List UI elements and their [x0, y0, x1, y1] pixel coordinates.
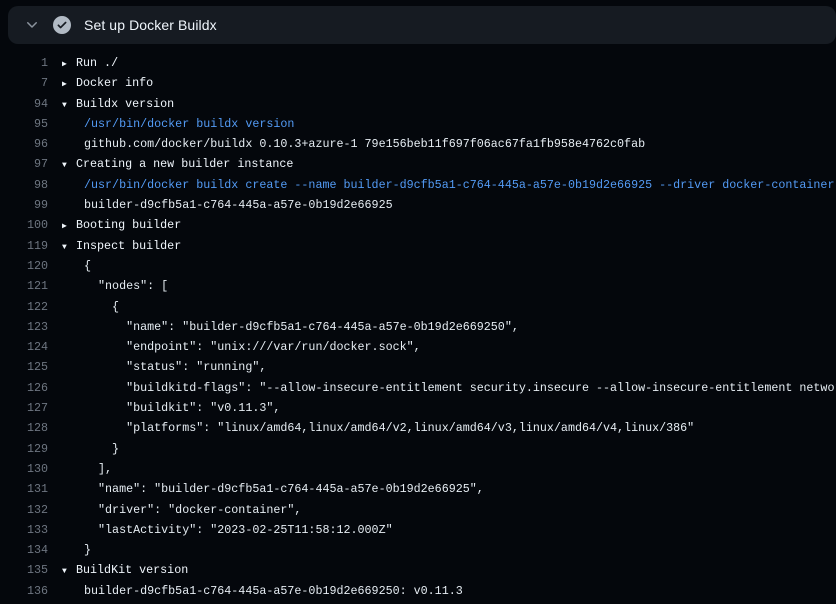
log-line: 124 "endpoint": "unix:///var/run/docker.…	[0, 337, 836, 357]
log-line: 95/usr/bin/docker buildx version	[0, 114, 836, 134]
step-title: Set up Docker Buildx	[84, 17, 217, 33]
output-text: "buildkit": "v0.11.3",	[84, 398, 280, 418]
line-number[interactable]: 94	[0, 94, 48, 114]
output-text: "endpoint": "unix:///var/run/docker.sock…	[84, 337, 421, 357]
line-number[interactable]: 99	[0, 195, 48, 215]
line-number[interactable]: 133	[0, 520, 48, 540]
line-number[interactable]: 127	[0, 398, 48, 418]
log-line: 128 "platforms": "linux/amd64,linux/amd6…	[0, 418, 836, 438]
output-text: {	[84, 297, 119, 317]
output-text: ],	[84, 459, 112, 479]
line-number[interactable]: 100	[0, 215, 48, 235]
line-number[interactable]: 128	[0, 418, 48, 438]
output-text: "nodes": [	[84, 276, 168, 296]
triangle-right-icon[interactable]: ▶	[62, 55, 74, 73]
line-number[interactable]: 130	[0, 459, 48, 479]
output-text: "name": "builder-d9cfb5a1-c764-445a-a57e…	[84, 317, 519, 337]
log-line: 126 "buildkitd-flags": "--allow-insecure…	[0, 378, 836, 398]
line-number[interactable]: 135	[0, 560, 48, 580]
line-number[interactable]: 95	[0, 114, 48, 134]
log-line: 135 ▼BuildKit version	[0, 560, 836, 580]
log-line: 7 ▶Docker info	[0, 73, 836, 93]
triangle-right-icon[interactable]: ▶	[62, 217, 74, 235]
output-text: {	[84, 256, 91, 276]
line-number[interactable]: 120	[0, 256, 48, 276]
check-circle-icon	[53, 16, 71, 34]
log-line: 131 "name": "builder-d9cfb5a1-c764-445a-…	[0, 479, 836, 499]
line-number[interactable]: 97	[0, 154, 48, 174]
log-line: 133 "lastActivity": "2023-02-25T11:58:12…	[0, 520, 836, 540]
group-title[interactable]: Run ./	[76, 53, 118, 73]
log-line: 98/usr/bin/docker buildx create --name b…	[0, 175, 836, 195]
line-number[interactable]: 98	[0, 175, 48, 195]
line-number[interactable]: 123	[0, 317, 48, 337]
line-number[interactable]: 122	[0, 297, 48, 317]
log-line: 1 ▶Run ./	[0, 53, 836, 73]
log-line: 100 ▶Booting builder	[0, 215, 836, 235]
log-line: 129 }	[0, 439, 836, 459]
log-line: 120 {	[0, 256, 836, 276]
line-number[interactable]: 129	[0, 439, 48, 459]
group-title[interactable]: BuildKit version	[76, 560, 188, 580]
output-text: "platforms": "linux/amd64,linux/amd64/v2…	[84, 418, 694, 438]
line-number[interactable]: 132	[0, 500, 48, 520]
output-text: }	[84, 439, 119, 459]
group-title[interactable]: Buildx version	[76, 94, 174, 114]
output-text: }	[84, 540, 91, 560]
output-text: builder-d9cfb5a1-c764-445a-a57e-0b19d2e6…	[84, 581, 463, 601]
triangle-right-icon[interactable]: ▶	[62, 75, 74, 93]
command-text: /usr/bin/docker buildx version	[84, 114, 294, 134]
group-title[interactable]: Inspect builder	[76, 236, 181, 256]
line-number[interactable]: 121	[0, 276, 48, 296]
triangle-down-icon[interactable]: ▼	[62, 156, 74, 174]
line-number[interactable]: 136	[0, 581, 48, 601]
log-lines: 1▶Run ./7▶Docker info94▼Buildx version95…	[0, 53, 836, 601]
output-text: "buildkitd-flags": "--allow-insecure-ent…	[84, 378, 836, 398]
group-title[interactable]: Creating a new builder instance	[76, 154, 293, 174]
line-number[interactable]: 7	[0, 73, 48, 93]
log-line: 130 ],	[0, 459, 836, 479]
log-line: 97 ▼Creating a new builder instance	[0, 154, 836, 174]
log-line: 96 github.com/docker/buildx 0.10.3+azure-…	[0, 134, 836, 154]
triangle-down-icon[interactable]: ▼	[62, 96, 74, 114]
group-title[interactable]: Docker info	[76, 73, 153, 93]
line-number[interactable]: 124	[0, 337, 48, 357]
chevron-down-icon[interactable]	[24, 17, 40, 33]
log-line: 134}	[0, 540, 836, 560]
line-number[interactable]: 125	[0, 357, 48, 377]
line-number[interactable]: 96	[0, 134, 48, 154]
output-text: builder-d9cfb5a1-c764-445a-a57e-0b19d2e6…	[84, 195, 393, 215]
log-line: 121 "nodes": [	[0, 276, 836, 296]
line-number[interactable]: 1	[0, 53, 48, 73]
log-line: 123 "name": "builder-d9cfb5a1-c764-445a-…	[0, 317, 836, 337]
line-number[interactable]: 134	[0, 540, 48, 560]
triangle-down-icon[interactable]: ▼	[62, 238, 74, 256]
log-line: 99 builder-d9cfb5a1-c764-445a-a57e-0b19d2…	[0, 195, 836, 215]
log-line: 125 "status": "running",	[0, 357, 836, 377]
log-line: 132 "driver": "docker-container",	[0, 500, 836, 520]
output-text: github.com/docker/buildx 0.10.3+azure-1 …	[84, 134, 645, 154]
output-text: "driver": "docker-container",	[84, 500, 301, 520]
output-text: "lastActivity": "2023-02-25T11:58:12.000…	[84, 520, 393, 540]
output-text: "status": "running",	[84, 357, 266, 377]
log-container: 1▶Run ./7▶Docker info94▼Buildx version95…	[0, 44, 836, 601]
group-title[interactable]: Booting builder	[76, 215, 181, 235]
line-number[interactable]: 131	[0, 479, 48, 499]
log-line: 136 builder-d9cfb5a1-c764-445a-a57e-0b19d…	[0, 581, 836, 601]
log-line: 122 {	[0, 297, 836, 317]
output-text: "name": "builder-d9cfb5a1-c764-445a-a57e…	[84, 479, 484, 499]
log-line: 119 ▼Inspect builder	[0, 236, 836, 256]
line-number[interactable]: 126	[0, 378, 48, 398]
triangle-down-icon[interactable]: ▼	[62, 562, 74, 580]
line-number[interactable]: 119	[0, 236, 48, 256]
command-text: /usr/bin/docker buildx create --name bui…	[84, 175, 834, 195]
log-line: 94 ▼Buildx version	[0, 94, 836, 114]
log-line: 127 "buildkit": "v0.11.3",	[0, 398, 836, 418]
step-header[interactable]: Set up Docker Buildx	[8, 6, 836, 44]
